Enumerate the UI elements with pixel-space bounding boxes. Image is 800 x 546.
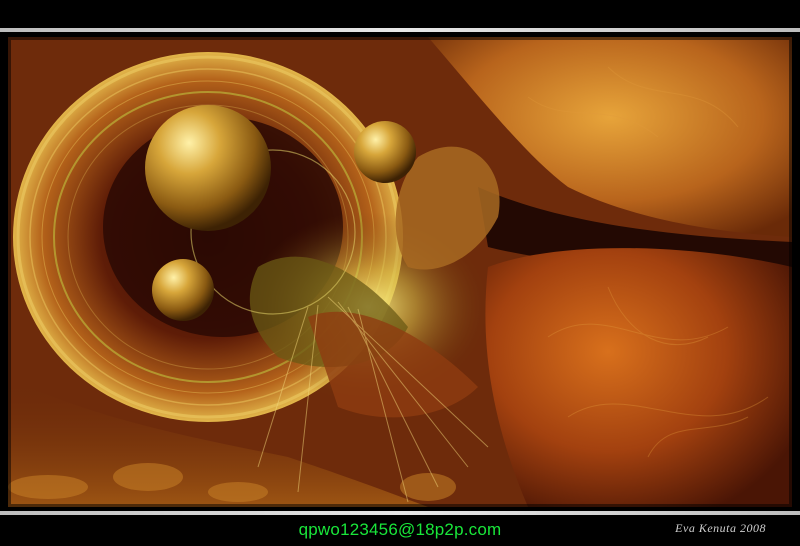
- artist-signature: Eva Kenuta 2008: [675, 521, 766, 535]
- top-divider: [0, 28, 800, 32]
- image-frame: qpwo123456@18p2p.com Eva Kenuta 2008: [0, 0, 800, 546]
- bottom-divider: [0, 511, 800, 515]
- small-gold-sphere: [354, 121, 416, 183]
- medium-gold-sphere: [152, 259, 214, 321]
- fractal-artwork: [8, 37, 792, 507]
- large-gold-sphere: [145, 105, 271, 231]
